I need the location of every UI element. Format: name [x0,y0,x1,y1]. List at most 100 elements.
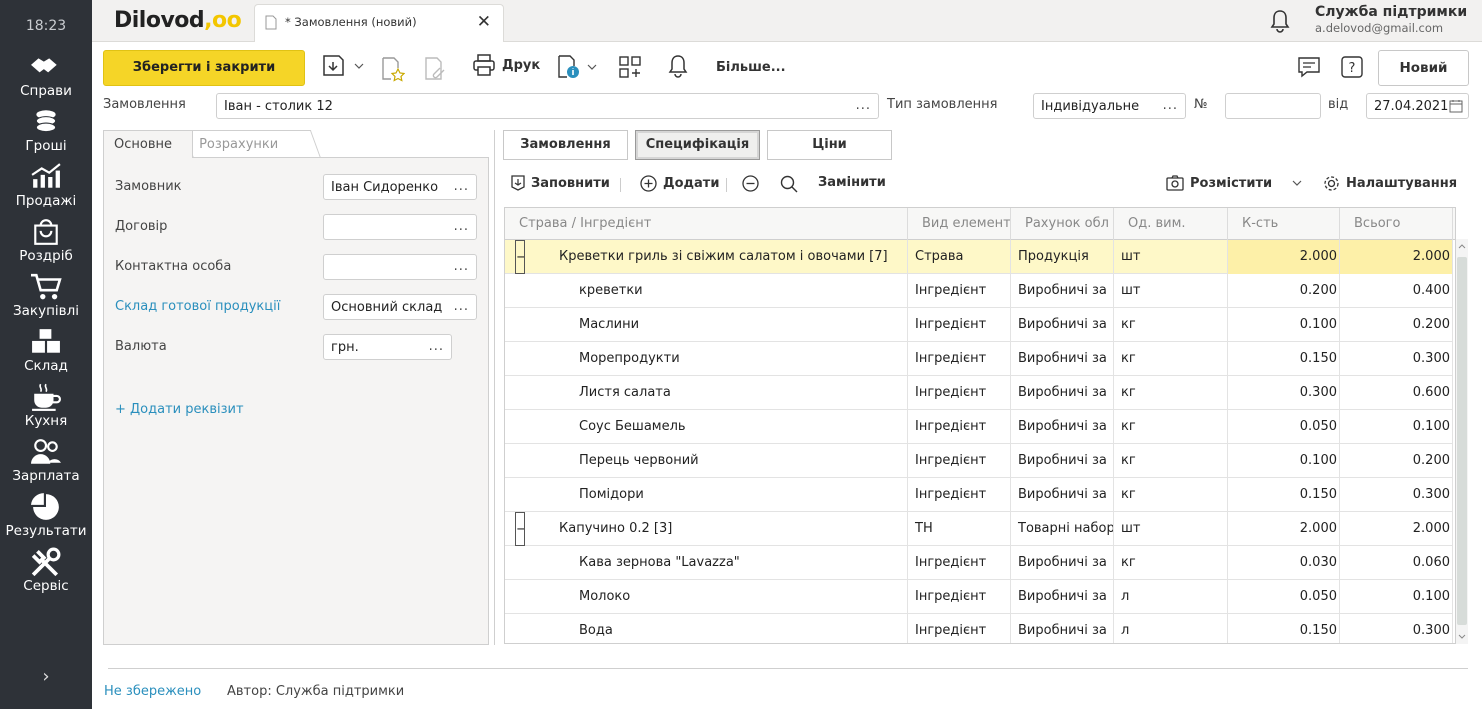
user-info[interactable]: Служба підтримки a.delovod@gmail.com [1315,4,1467,35]
printer-icon [473,54,495,76]
column-header-kind[interactable]: Вид елемент [908,208,1011,240]
field-label[interactable]: Склад готової продукції [115,299,280,314]
select-dots-icon[interactable]: ... [454,219,469,234]
table-row[interactable]: −Капучино 0.2 [3]ТНТоварні наборшт2.0002… [505,512,1453,546]
cell-total: 0.300 [1340,478,1453,512]
sidebar-item-0[interactable]: Справи [0,52,92,99]
settings-button[interactable]: Налаштування [1323,175,1457,192]
order-label: Замовлення [103,97,186,112]
plus-circle-icon [640,175,657,192]
sidebar-item-4[interactable]: Закупівлі [0,272,92,319]
attach-document-icon[interactable] [424,56,448,82]
tab-specification[interactable]: Специфікація [635,130,760,160]
sidebar-item-2[interactable]: Продажі [0,162,92,209]
info-dropdown-button[interactable] [557,54,597,80]
select-dots-icon[interactable]: ... [1163,98,1178,113]
sidebar-item-7[interactable]: Зарплата [0,437,92,484]
column-header-total[interactable]: Всього [1340,208,1453,240]
field-input[interactable]: ... [323,214,477,240]
scrollbar-thumb[interactable] [1457,257,1467,625]
favorite-document-icon[interactable] [381,56,405,82]
cell-total: 0.300 [1340,614,1453,643]
print-button[interactable]: Друк [472,54,540,76]
cell-kind: Інгредієнт [908,546,1011,580]
calendar-icon[interactable] [1449,99,1463,113]
tab-main[interactable]: Основне [103,130,193,158]
sidebar-item-9[interactable]: Сервіс [0,547,92,594]
tab-calculations[interactable]: Розрахунки [182,130,321,158]
sidebar-item-3[interactable]: Роздріб [0,217,92,264]
sidebar-item-5[interactable]: Склад [0,327,92,374]
cell-unit: л [1114,580,1228,614]
sidebar-item-6[interactable]: Кухня [0,382,92,429]
field-input[interactable]: Іван Сидоренко... [323,174,477,200]
select-dots-icon[interactable]: ... [454,299,469,314]
cell-kind: Страва [908,240,1011,274]
table-row[interactable]: Молоко Інгредієнт Виробничі за л 0.050 0.100 [505,580,1453,614]
select-dots-icon[interactable]: ... [429,339,444,354]
help-icon[interactable]: ? [1340,55,1364,79]
scroll-up-icon[interactable] [1458,243,1466,249]
sidebar-item-label: Сервіс [23,578,69,594]
document-tab[interactable]: * Замовлення (новий) ✕ [254,4,504,42]
sidebar-expand-icon[interactable]: › [0,666,92,687]
field-input[interactable]: ... [323,254,477,280]
chat-icon[interactable] [1297,55,1321,79]
more-button[interactable]: Більше... [716,60,786,75]
number-field[interactable] [1225,93,1321,119]
add-row-button[interactable]: Додати [640,175,719,192]
field-input[interactable]: грн.... [323,334,452,360]
table-row[interactable]: Морепродукти Інгредієнт Виробничі за кг 0.15… [505,342,1453,376]
select-dots-icon[interactable]: ... [454,179,469,194]
table-row[interactable]: Помідори Інгредієнт Виробничі за кг 0.150 0.3… [505,478,1453,512]
cell-qty: 0.150 [1228,614,1340,643]
sidebar-item-8[interactable]: Результати [0,492,92,539]
cell-unit: шт [1114,512,1228,546]
column-header-qty[interactable]: К-сть [1228,208,1340,240]
close-icon[interactable]: ✕ [477,12,491,32]
column-header-dish[interactable]: Страва / Інгредієнт [505,208,908,240]
table-row[interactable]: Листя салата Інгредієнт Виробничі за кг 0.30… [505,376,1453,410]
column-header-unit[interactable]: Од. вим. [1114,208,1228,240]
save-dropdown-button[interactable] [322,54,364,78]
fill-button[interactable]: Заповнити [511,175,610,191]
replace-button[interactable]: Замінити [818,175,886,190]
new-button[interactable]: Новий [1378,50,1469,86]
tab-order[interactable]: Замовлення [503,130,628,160]
cell-unit: кг [1114,444,1228,478]
table-row[interactable]: Маслини Інгредієнт Виробничі за кг 0.100 0.20… [505,308,1453,342]
bell-icon[interactable] [1269,9,1291,33]
save-close-button[interactable]: Зберегти і закрити [103,50,305,86]
table-row[interactable]: креветки Інгредієнт Виробничі за шт 0.200 0.4… [505,274,1453,308]
table-row[interactable]: Перець червоний Інгредієнт Виробничі за кг 0… [505,444,1453,478]
top-bar: Dilovod,oo * Замовлення (новий) ✕ Служба… [92,0,1482,42]
grid-scrollbar[interactable] [1456,239,1468,644]
add-requisite-link[interactable]: + Додати реквізит [115,402,244,417]
select-dots-icon[interactable]: ... [454,259,469,274]
separator [726,178,727,192]
date-field[interactable]: 27.04.2021 [1366,93,1469,119]
table-row[interactable]: Кава зернова "Lavazza" Інгредієнт Виробнич… [505,546,1453,580]
cell-kind: Інгредієнт [908,342,1011,376]
minus-circle-icon[interactable] [742,175,759,192]
select-dots-icon[interactable]: ... [856,98,871,113]
scroll-down-icon[interactable] [1458,634,1466,640]
table-row[interactable]: Вода Інгредієнт Виробничі за л 0.150 0.300 [505,614,1453,643]
chart-icon [31,163,61,188]
cell-unit: кг [1114,410,1228,444]
cell-account: Виробничі за [1011,478,1114,512]
search-icon[interactable] [780,175,798,193]
order-field[interactable]: Іван - столик 12... [216,93,879,119]
add-widget-icon[interactable] [618,55,642,79]
table-row[interactable]: −Креветки гриль зі свіжим салатом і овоч… [505,240,1453,274]
tab-prices[interactable]: Ціни [767,130,892,160]
order-type-field[interactable]: Індивідуальне... [1033,93,1186,119]
place-button[interactable]: Розмістити [1166,175,1302,191]
reminder-bell-icon[interactable] [667,54,689,78]
cell-unit: кг [1114,478,1228,512]
table-row[interactable]: Соус Бешамель Інгредієнт Виробничі за кг 0.0… [505,410,1453,444]
field-input[interactable]: Основний склад... [323,294,477,320]
sidebar-item-1[interactable]: Гроші [0,107,92,154]
column-header-account[interactable]: Рахунок обл [1011,208,1114,240]
cell-total: 0.060 [1340,546,1453,580]
